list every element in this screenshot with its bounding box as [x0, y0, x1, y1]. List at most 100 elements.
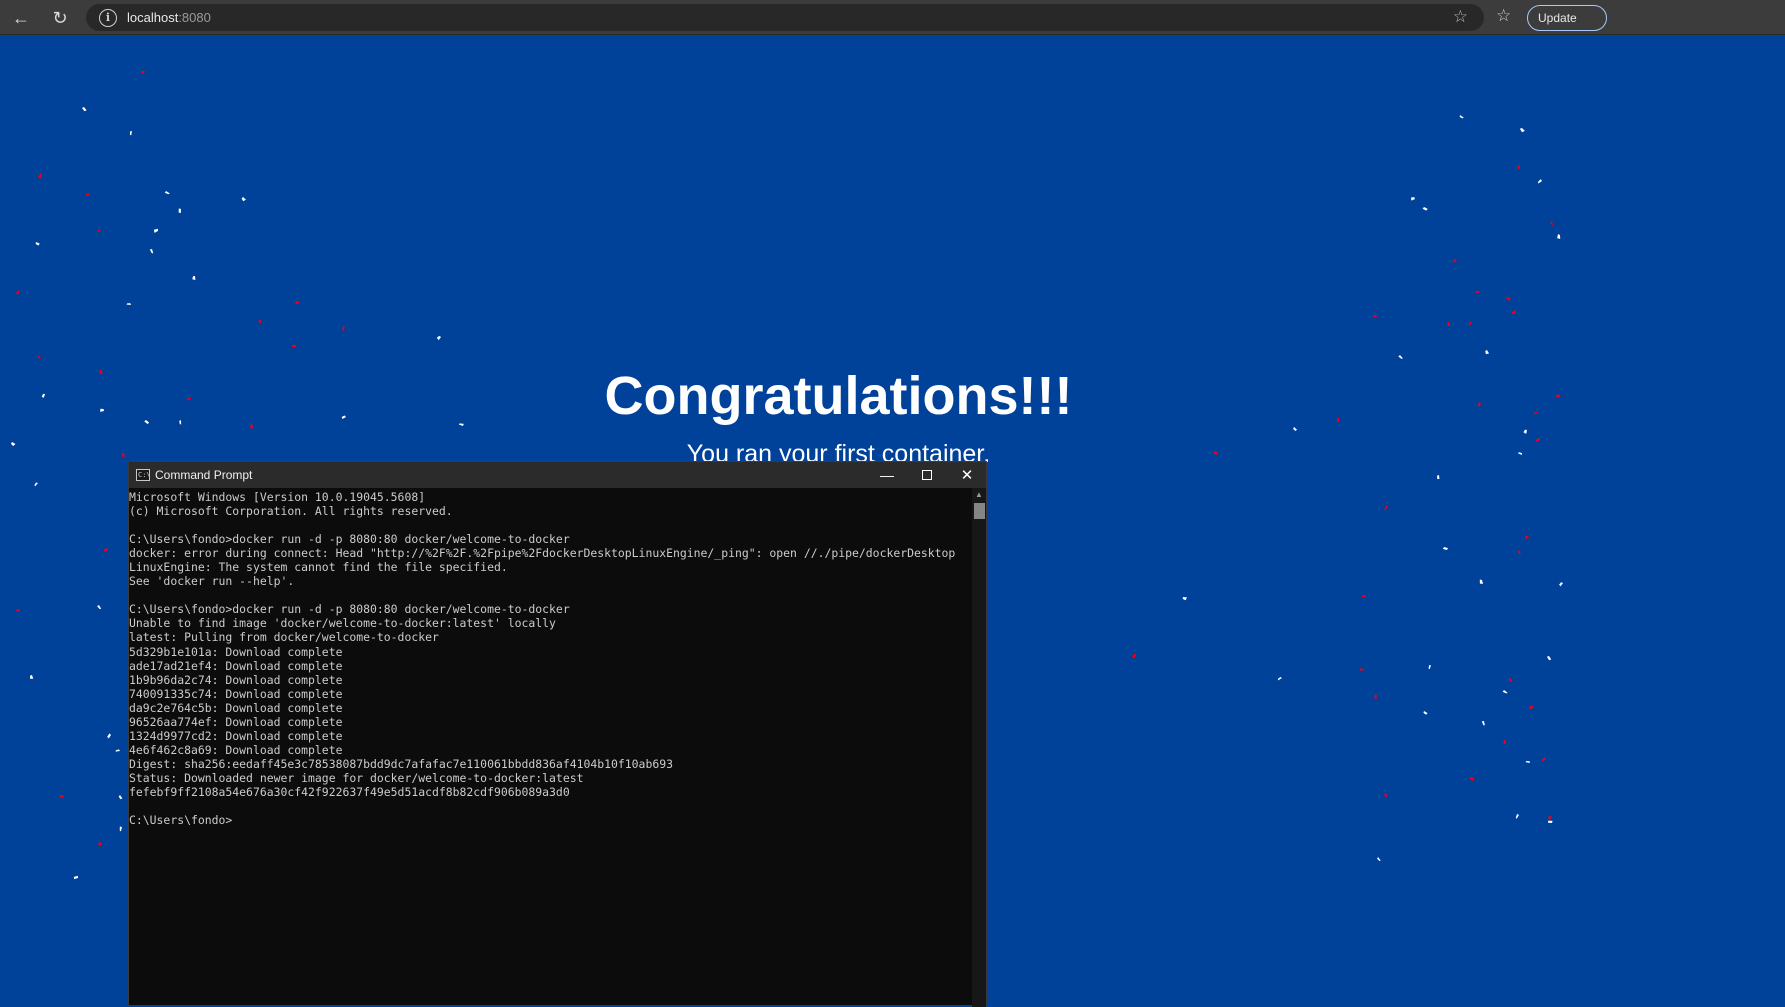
confetti-piece [1508, 678, 1513, 683]
confetti-piece [118, 795, 123, 800]
confetti-piece [1481, 721, 1485, 726]
scroll-thumb[interactable] [974, 503, 985, 519]
confetti-piece [1559, 582, 1563, 587]
confetti-piece [1485, 350, 1489, 355]
confetti-piece [1452, 258, 1458, 263]
confetti-piece [1517, 165, 1520, 170]
confetti-piece [1479, 579, 1484, 584]
confetti-piece [294, 301, 300, 305]
site-info-icon[interactable]: i [99, 8, 117, 27]
console-output[interactable]: Microsoft Windows [Version 10.0.19045.56… [129, 490, 972, 1005]
confetti-piece [15, 609, 20, 612]
console-line: C:\Users\fondo> [129, 813, 233, 828]
confetti-piece [1411, 197, 1415, 201]
back-arrow-icon[interactable]: ← [7, 5, 35, 31]
console-line: 5d329b1e101a: Download complete [129, 644, 343, 659]
confetti-piece [1377, 857, 1381, 862]
reload-icon[interactable]: ↻ [46, 5, 74, 31]
address-bar[interactable]: i localhost:8080 ☆ [86, 4, 1484, 31]
confetti-piece [1398, 355, 1403, 359]
confetti-piece [1359, 668, 1364, 671]
confetti-piece [436, 335, 441, 341]
confetti-piece [1293, 427, 1298, 432]
confetti-piece [1541, 756, 1547, 762]
console-line: 4e6f462c8a69: Download complete [129, 742, 343, 757]
window-title: Command Prompt [155, 468, 253, 482]
maximize-button[interactable] [907, 462, 947, 488]
confetti-piece [35, 242, 40, 246]
confetti-piece [1182, 597, 1187, 601]
confetti-piece [1446, 322, 1451, 327]
confetti-piece [1525, 760, 1531, 763]
confetti-piece [141, 71, 145, 74]
confetti-piece [15, 290, 20, 295]
confetti-piece [1372, 314, 1378, 317]
confetti-piece [1506, 297, 1511, 301]
browser-toolbar: ← ↻ i localhost:8080 ☆ ☆ Update [0, 0, 1785, 35]
confetti-piece [291, 344, 297, 348]
confetti-piece [1523, 429, 1527, 434]
confetti-piece [1374, 694, 1377, 700]
command-prompt-window[interactable]: C:\ Command Prompt — ✕ Microsoft Windows… [128, 461, 987, 1007]
window-titlebar[interactable]: C:\ Command Prompt — ✕ [129, 462, 986, 488]
bookmark-star-icon[interactable]: ☆ [1453, 7, 1468, 27]
extensions-icon[interactable]: ☆ [1496, 6, 1511, 26]
confetti-piece [73, 875, 78, 880]
confetti-piece [1517, 550, 1521, 555]
confetti-piece [1524, 535, 1529, 540]
console-line: latest: Pulling from docker/welcome-to-d… [129, 630, 439, 645]
confetti-piece [1550, 221, 1554, 226]
console-line: Unable to find image 'docker/welcome-to-… [129, 616, 556, 631]
console-line: See 'docker run --help'. [129, 574, 295, 589]
console-line: 740091335c74: Download complete [129, 686, 343, 701]
console-line: fefebf9ff2108a54e676a30cf42f922637f49e5d… [129, 784, 570, 799]
confetti-piece [1474, 290, 1480, 293]
update-button[interactable]: Update [1527, 5, 1607, 31]
confetti-piece [1131, 653, 1136, 659]
confetti-piece [38, 173, 42, 179]
url-host: localhost [127, 10, 179, 25]
confetti-piece [115, 749, 120, 752]
confetti-piece [1361, 594, 1367, 598]
console-app-icon: C:\ [136, 469, 151, 481]
confetti-piece [96, 229, 101, 233]
confetti-piece [58, 795, 64, 799]
confetti-piece [1437, 475, 1440, 480]
confetti-piece [85, 193, 90, 197]
confetti-piece [192, 276, 196, 280]
confetti-piece [30, 675, 34, 679]
confetti-piece [1428, 665, 1431, 670]
confetti-piece [1546, 656, 1552, 661]
confetti-piece [119, 826, 122, 832]
scroll-up-icon[interactable]: ▲ [975, 490, 983, 499]
confetti-piece [37, 355, 42, 359]
confetti-piece [34, 482, 38, 487]
confetti-piece [1423, 711, 1428, 715]
confetti-piece [1537, 179, 1542, 184]
close-button[interactable]: ✕ [947, 462, 987, 488]
confetti-piece [126, 303, 131, 305]
confetti-piece [1503, 740, 1506, 744]
confetti-piece [1459, 115, 1464, 119]
console-line: docker: error during connect: Head "http… [129, 546, 956, 561]
confetti-piece [107, 733, 111, 739]
confetti-piece [81, 107, 87, 112]
console-line: LinuxEngine: The system cannot find the … [129, 560, 508, 575]
confetti-piece [1547, 820, 1553, 824]
minimize-button[interactable]: — [867, 462, 907, 488]
console-line: Microsoft Windows [Version 10.0.19045.56… [129, 490, 426, 504]
confetti-piece [1519, 128, 1525, 133]
confetti-piece [153, 228, 159, 233]
page-heading: Congratulations!!! [604, 366, 1073, 426]
console-line: C:\Users\fondo>docker run -d -p 8080:80 … [129, 602, 570, 617]
confetti-piece [1502, 690, 1508, 694]
confetti-piece [98, 842, 102, 847]
confetti-piece [241, 197, 246, 202]
scrollbar[interactable]: ▲ [972, 488, 986, 1007]
confetti-piece [164, 191, 170, 195]
confetti-piece [1468, 321, 1472, 326]
console-line: 1324d9977cd2: Download complete [129, 728, 343, 743]
